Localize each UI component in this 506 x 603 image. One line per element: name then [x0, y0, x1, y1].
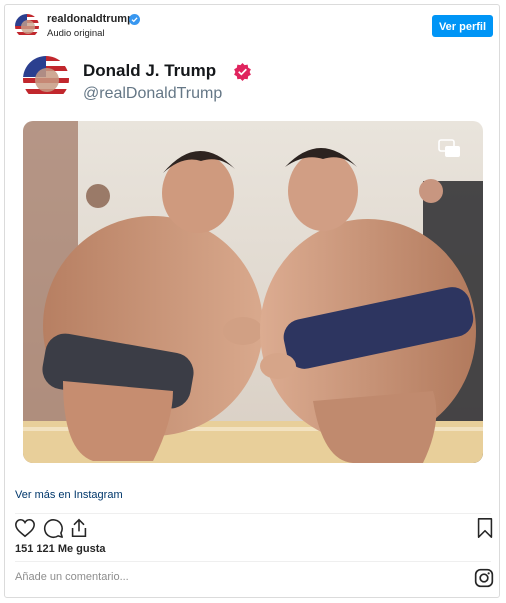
bookmark-icon[interactable]	[474, 517, 496, 539]
post-header: realdonaldtrump Audio original Ver perfi…	[5, 5, 499, 49]
instagram-embed-card: realdonaldtrump Audio original Ver perfi…	[4, 4, 500, 598]
tweet-avatar	[23, 56, 69, 102]
likes-count[interactable]: 151 121 Me gusta	[15, 543, 106, 555]
comment-input[interactable]: Añade un comentario...	[15, 571, 129, 583]
tweet-author-name: Donald J. Trump	[83, 61, 217, 80]
audio-subtitle[interactable]: Audio original	[47, 28, 105, 39]
instagram-icon[interactable]	[474, 568, 494, 588]
username[interactable]: realdonaldtrump	[47, 13, 134, 25]
tweet-author-handle: @realDonaldTrump	[83, 85, 223, 102]
view-profile-button[interactable]: Ver perfil	[432, 15, 493, 37]
divider	[15, 513, 491, 514]
divider	[15, 561, 491, 562]
comment-icon[interactable]	[42, 517, 64, 539]
heart-icon[interactable]	[14, 517, 36, 539]
view-on-instagram-link[interactable]: Ver más en Instagram	[15, 489, 123, 501]
gallery-icon	[438, 139, 460, 157]
verified-badge-icon	[129, 14, 140, 25]
verified-badge-icon	[234, 62, 251, 81]
share-icon[interactable]	[68, 517, 90, 539]
sumo-photo	[23, 121, 483, 463]
profile-avatar[interactable]	[15, 14, 39, 38]
post-media[interactable]: Donald J. Trump @realDonaldTrump	[5, 49, 499, 485]
